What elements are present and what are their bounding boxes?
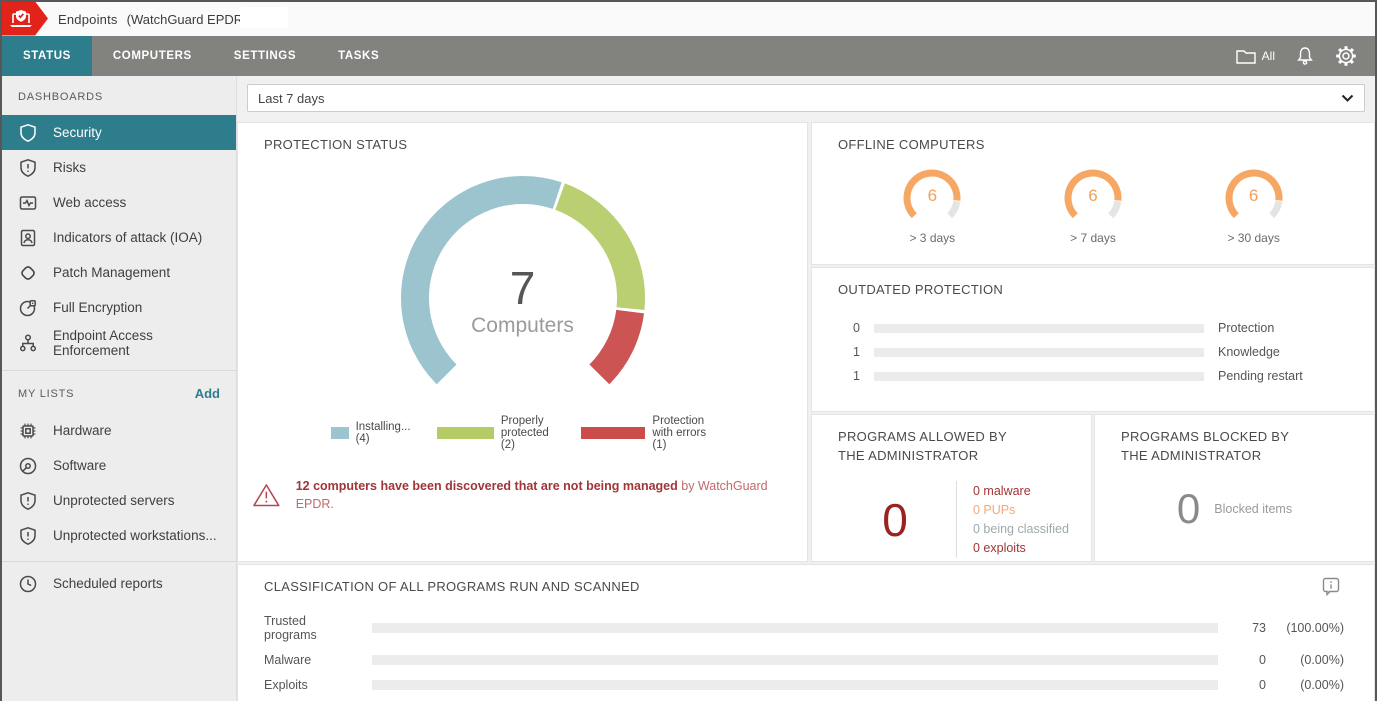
bar-track xyxy=(874,372,1204,381)
protection-status-panel: PROTECTION STATUS 7 Computers Installing… xyxy=(237,122,808,562)
shield-alert-icon xyxy=(18,158,38,178)
main-nav: STATUS COMPUTERS SETTINGS TASKS All xyxy=(2,36,1375,76)
sidebar-item-security[interactable]: Security xyxy=(2,115,236,150)
protection-status-title: PROTECTION STATUS xyxy=(238,123,807,154)
time-range-value: Last 7 days xyxy=(258,91,325,106)
gauge-total-value: 7 xyxy=(373,264,673,312)
sidebar: DASHBOARDS Security Risks Web access xyxy=(2,76,237,701)
protection-status-gauge: 7 Computers xyxy=(373,168,673,405)
unmanaged-computers-warning[interactable]: 12 computers have been discovered that a… xyxy=(252,477,807,513)
network-hierarchy-icon xyxy=(18,333,38,353)
classification-panel: CLASSIFICATION OF ALL PROGRAMS RUN AND S… xyxy=(237,564,1375,701)
top-bar: Endpoints (WatchGuard EPDR) xyxy=(2,2,1375,36)
activity-monitor-icon xyxy=(18,193,38,213)
legend-installing[interactable]: Installing... (4) xyxy=(331,415,410,451)
blocked-total-value[interactable]: 0 xyxy=(1177,487,1200,531)
add-list-button[interactable]: Add xyxy=(195,386,220,401)
classification-row-exploits[interactable]: Exploits 0 (0.00%) xyxy=(264,678,1344,692)
bar-track xyxy=(874,324,1204,333)
programs-blocked-title: PROGRAMS BLOCKED BY THE ADMINISTRATOR xyxy=(1095,415,1374,465)
tab-settings[interactable]: SETTINGS xyxy=(213,36,317,76)
sidebar-item-web-access[interactable]: Web access xyxy=(2,185,236,220)
classification-title: CLASSIFICATION OF ALL PROGRAMS RUN AND S… xyxy=(238,565,1374,596)
bar-track xyxy=(372,623,1218,633)
sidebar-divider xyxy=(2,561,236,562)
tab-tasks[interactable]: TASKS xyxy=(317,36,400,76)
allowed-malware[interactable]: 0 malware xyxy=(973,483,1069,499)
sidebar-item-endpoint-access-enforcement[interactable]: Endpoint Access Enforcement xyxy=(2,325,236,360)
tab-computers[interactable]: COMPUTERS xyxy=(92,36,213,76)
folder-all-label: All xyxy=(1262,49,1275,63)
shield-alert-icon xyxy=(18,526,38,546)
sidebar-item-patch-management[interactable]: Patch Management xyxy=(2,255,236,290)
offline-gauge-7days[interactable]: 6 > 7 days xyxy=(1051,162,1135,245)
programs-allowed-title: PROGRAMS ALLOWED BY THE ADMINISTRATOR xyxy=(812,415,1091,465)
settings-gear-icon[interactable] xyxy=(1335,45,1357,67)
sidebar-item-risks[interactable]: Risks xyxy=(2,150,236,185)
legend-protection-errors[interactable]: Protection with errors (1) xyxy=(581,415,714,451)
notifications-bell-icon[interactable] xyxy=(1295,45,1315,67)
allowed-total-value[interactable]: 0 xyxy=(858,495,932,545)
sidebar-item-scheduled-reports[interactable]: Scheduled reports xyxy=(2,566,236,601)
blocked-total-label: Blocked items xyxy=(1214,502,1292,516)
legend-swatch xyxy=(331,427,348,439)
encryption-dial-icon xyxy=(18,298,38,318)
shield-icon xyxy=(18,123,38,143)
allowed-exploits[interactable]: 0 exploits xyxy=(973,540,1069,556)
sidebar-item-ioa[interactable]: Indicators of attack (IOA) xyxy=(2,220,236,255)
allowed-breakdown-list: 0 malware 0 PUPs 0 being classified 0 ex… xyxy=(956,481,1069,558)
classification-row-malware[interactable]: Malware 0 (0.00%) xyxy=(264,653,1344,667)
chevron-down-icon xyxy=(1341,94,1354,103)
chip-icon xyxy=(18,421,38,441)
account-name-box xyxy=(240,7,288,28)
tab-status[interactable]: STATUS xyxy=(2,36,92,76)
allowed-being-classified[interactable]: 0 being classified xyxy=(973,521,1069,537)
protection-status-legend: Installing... (4) Properly protected (2)… xyxy=(238,415,807,451)
shield-alert-icon xyxy=(18,491,38,511)
classification-row-trusted[interactable]: Trusted programs 73 (100.00%) xyxy=(264,614,1344,642)
sidebar-item-full-encryption[interactable]: Full Encryption xyxy=(2,290,236,325)
product-title: Endpoints xyxy=(58,12,118,27)
allowed-pups[interactable]: 0 PUPs xyxy=(973,502,1069,518)
mylists-header: MY LISTS xyxy=(18,388,74,400)
sidebar-item-unprotected-workstations[interactable]: Unprotected workstations... xyxy=(2,518,236,553)
sidebar-item-software[interactable]: Software xyxy=(2,448,236,483)
legend-swatch xyxy=(437,427,494,439)
bar-track xyxy=(372,680,1218,690)
gauge-total-label: Computers xyxy=(373,314,673,338)
programs-blocked-panel: PROGRAMS BLOCKED BY THE ADMINISTRATOR 0 … xyxy=(1094,414,1375,562)
warning-text-bold: 12 computers have been discovered that a… xyxy=(296,479,678,493)
sidebar-item-unprotected-servers[interactable]: Unprotected servers xyxy=(2,483,236,518)
legend-swatch xyxy=(581,427,646,439)
dashboards-header: DASHBOARDS xyxy=(2,76,236,115)
legend-properly-protected[interactable]: Properly protected (2) xyxy=(437,415,555,451)
bar-track xyxy=(874,348,1204,357)
outdated-row-pending-restart[interactable]: 1 Pending restart xyxy=(838,369,1348,383)
time-range-select[interactable]: Last 7 days xyxy=(247,84,1365,112)
patch-icon xyxy=(18,263,38,283)
suite-title: (WatchGuard EPDR) xyxy=(127,12,248,27)
disc-icon xyxy=(18,456,38,476)
offline-gauge-30days[interactable]: 6 > 30 days xyxy=(1212,162,1296,245)
outdated-row-protection[interactable]: 0 Protection xyxy=(838,321,1348,335)
group-filter-button[interactable]: All xyxy=(1235,47,1275,65)
offline-computers-title: OFFLINE COMPUTERS xyxy=(812,123,1374,154)
outdated-protection-panel: OUTDATED PROTECTION 0 Protection 1 Knowl… xyxy=(811,267,1375,412)
main-content: Last 7 days PROTECTION STATUS 7 Computer… xyxy=(237,76,1375,701)
sidebar-item-hardware[interactable]: Hardware xyxy=(2,413,236,448)
info-icon[interactable] xyxy=(1320,575,1342,597)
person-badge-icon xyxy=(18,228,38,248)
outdated-row-knowledge[interactable]: 1 Knowledge xyxy=(838,345,1348,359)
folder-icon xyxy=(1235,47,1257,65)
watchguard-epdr-dashboard: { "topbar": { "product": "Endpoints", "s… xyxy=(0,0,1377,701)
offline-computers-panel: OFFLINE COMPUTERS 6 > 3 days 6 > 7 days xyxy=(811,122,1375,265)
watchguard-logo-icon[interactable] xyxy=(2,2,48,36)
programs-allowed-panel: PROGRAMS ALLOWED BY THE ADMINISTRATOR 0 … xyxy=(811,414,1092,562)
outdated-protection-title: OUTDATED PROTECTION xyxy=(812,268,1374,299)
clock-icon xyxy=(18,574,38,594)
bar-track xyxy=(372,655,1218,665)
mylists-header-row: MY LISTS Add xyxy=(2,370,236,413)
warning-triangle-icon xyxy=(252,482,281,509)
offline-gauge-3days[interactable]: 6 > 3 days xyxy=(890,162,974,245)
